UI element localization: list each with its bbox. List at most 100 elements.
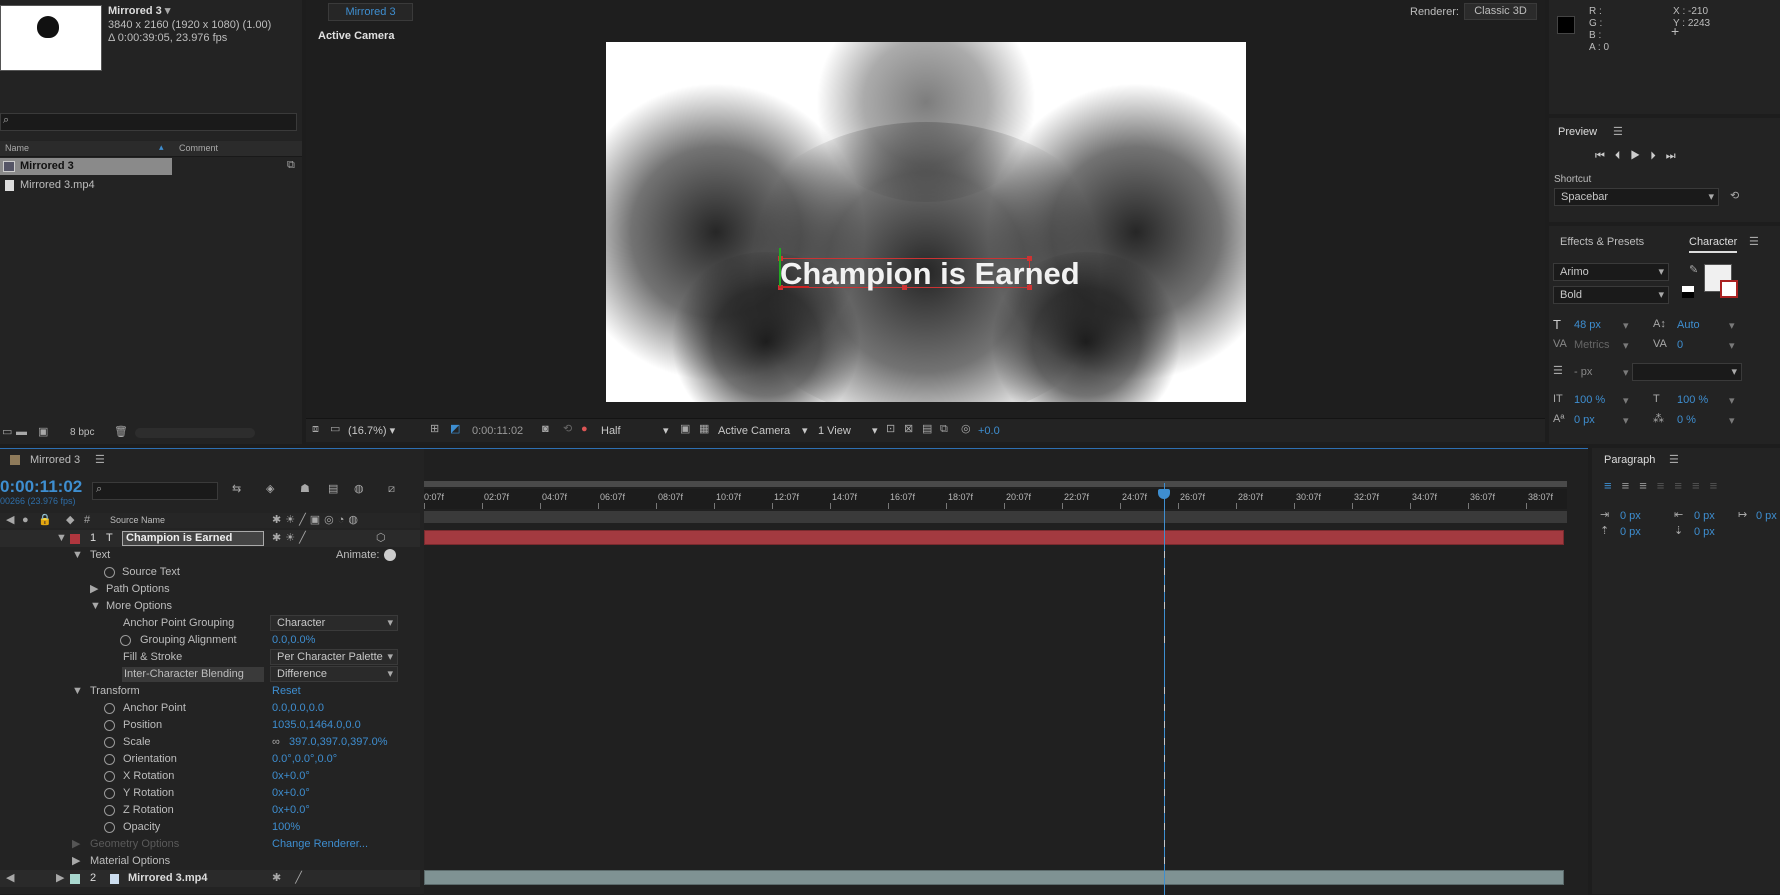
work-area-bar[interactable] — [424, 481, 1567, 487]
text-layer-overlay[interactable]: Champion is Earned — [780, 256, 1080, 292]
thumbnail-slider[interactable] — [135, 428, 255, 438]
prop-position[interactable]: Position 1035.0,1464.0,0.0 — [0, 717, 420, 734]
show-snapshot-icon[interactable]: ⟲ — [563, 424, 572, 435]
expand-triangle-icon[interactable]: ▶ — [56, 873, 64, 884]
prop-inter-character-blending[interactable]: Inter-Character Blending Difference — [0, 666, 420, 683]
prop-path-options[interactable]: ▶ Path Options — [0, 581, 420, 598]
scale-value[interactable]: 397.0,397.0,397.0% — [289, 734, 387, 751]
tab-effects-presets[interactable]: Effects & Presets — [1560, 236, 1644, 248]
reset-exposure-icon[interactable]: ◎ — [961, 424, 971, 435]
link-icon[interactable]: ∞ — [272, 737, 280, 748]
motion-blur-icon[interactable]: ◍ — [354, 484, 364, 495]
anchor-grouping-select[interactable]: Character — [270, 615, 398, 631]
chevron-down-icon[interactable]: ▾ — [1729, 339, 1735, 352]
video-toggle-icon[interactable]: ● — [22, 515, 29, 526]
chevron-down-icon[interactable]: ▾ — [1729, 414, 1735, 427]
z-rotation-value[interactable]: 0x+0.0° — [272, 802, 310, 819]
col-comment[interactable]: Comment — [179, 143, 218, 153]
lock-icon[interactable]: 🔒 — [38, 515, 52, 526]
layer-switches[interactable]: ✱╱ — [272, 873, 316, 884]
animate-menu-icon[interactable] — [384, 549, 396, 561]
prev-frame-icon[interactable]: ⏴ — [1615, 150, 1631, 162]
label-color[interactable] — [70, 874, 80, 884]
justify-all-icon[interactable]: ≡ — [1710, 478, 1728, 493]
expand-triangle-icon[interactable]: ▼ — [90, 601, 101, 612]
align-left-icon[interactable]: ≡ — [1604, 478, 1622, 493]
comp-mini-flowchart-icon[interactable]: ⇆ — [232, 484, 241, 495]
graph-editor-icon[interactable]: ⧄ — [388, 484, 395, 495]
chevron-down-icon[interactable]: ▾ — [1623, 366, 1629, 379]
prop-geometry-options[interactable]: ▶ Geometry Options Change Renderer... — [0, 836, 420, 853]
prop-source-text[interactable]: Source Text — [0, 564, 420, 581]
layer-bar-video[interactable] — [424, 870, 1564, 885]
chevron-down-icon[interactable]: ▾ — [1729, 319, 1735, 332]
stopwatch-icon[interactable] — [104, 805, 115, 816]
list-item[interactable]: Mirrored 3.mp4 — [0, 177, 302, 195]
renderer-select[interactable]: Classic 3D — [1464, 3, 1537, 20]
next-frame-icon[interactable]: ⏵ — [1650, 150, 1666, 162]
views-select[interactable]: 1 View ▾ — [818, 424, 878, 439]
space-before-value[interactable]: 0 px — [1620, 526, 1641, 538]
audio-icon[interactable]: ◀ — [6, 515, 14, 526]
exposure-value[interactable]: +0.0 — [978, 424, 1000, 439]
new-comp-icon[interactable]: ▣ — [38, 427, 48, 438]
layer-bar-text[interactable] — [424, 530, 1564, 545]
blending-select[interactable]: Difference — [270, 666, 398, 682]
indent-first-value[interactable]: 0 px — [1756, 510, 1777, 522]
transparency-grid-icon[interactable]: ▦ — [699, 424, 709, 435]
leading-value[interactable]: Auto — [1677, 319, 1700, 331]
mask-toggle-icon[interactable]: ◩ — [450, 424, 460, 435]
layer-name[interactable]: Champion is Earned — [122, 531, 264, 546]
expand-triangle-icon[interactable]: ▶ — [90, 584, 98, 595]
region-of-interest-icon[interactable]: ▣ — [680, 424, 690, 435]
horizontal-scale-value[interactable]: 100 % — [1677, 394, 1708, 406]
expand-triangle-icon[interactable]: ▼ — [72, 550, 83, 561]
stopwatch-icon[interactable] — [104, 788, 115, 799]
new-folder-icon[interactable]: ▬ — [16, 427, 27, 438]
prop-text[interactable]: ▼ Text Animate: — [0, 547, 420, 564]
panel-menu-icon[interactable]: ☰ — [1613, 127, 1623, 138]
font-style-select[interactable]: Bold — [1553, 286, 1669, 304]
chevron-down-icon[interactable]: ▾ — [1623, 394, 1629, 407]
monitor-icon[interactable]: ▭ — [330, 424, 340, 435]
indent-left-value[interactable]: 0 px — [1620, 510, 1641, 522]
list-item[interactable]: Mirrored 3 ⧉ — [0, 158, 302, 176]
tab-character[interactable]: Character — [1689, 236, 1738, 253]
work-area-range[interactable] — [424, 511, 1567, 523]
stopwatch-icon[interactable] — [104, 771, 115, 782]
kerning-value[interactable]: Metrics — [1574, 339, 1609, 351]
always-preview-icon[interactable]: ⧈ — [312, 424, 319, 435]
justify-right-icon[interactable]: ≡ — [1692, 478, 1710, 493]
camera-snapshot-icon[interactable]: ◙ — [542, 424, 549, 435]
layer-name[interactable]: Mirrored 3.mp4 — [128, 870, 207, 887]
panel-menu-icon[interactable]: ☰ — [1669, 455, 1679, 466]
stopwatch-icon[interactable] — [104, 720, 115, 731]
justify-left-icon[interactable]: ≡ — [1657, 478, 1675, 493]
comp-timecode[interactable]: 0:00:11:02 — [472, 424, 523, 439]
bpc-label[interactable]: 8 bpc — [70, 427, 94, 438]
switches-icons[interactable]: ✱☀╱▣◎◔◍ — [272, 515, 362, 526]
prop-more-options[interactable]: ▼ More Options — [0, 598, 420, 615]
shortcut-select[interactable]: Spacebar — [1554, 188, 1719, 206]
resolution-select[interactable]: Half ▾ — [601, 424, 671, 439]
prop-x-rotation[interactable]: X Rotation 0x+0.0° — [0, 768, 420, 785]
prop-transform[interactable]: ▼ Transform Reset — [0, 683, 420, 700]
composition-viewer[interactable]: Champion is Earned — [606, 42, 1246, 402]
chevron-down-icon[interactable]: ▾ — [1623, 339, 1629, 352]
opacity-value[interactable]: 100% — [272, 819, 300, 836]
prop-z-rotation[interactable]: Z Rotation 0x+0.0° — [0, 802, 420, 819]
stopwatch-icon[interactable] — [104, 754, 115, 765]
stopwatch-icon[interactable] — [104, 567, 115, 578]
hash-icon[interactable]: # — [84, 515, 90, 526]
current-timecode[interactable]: 0:00:11:02 — [0, 477, 82, 497]
prop-anchor-point[interactable]: Anchor Point 0.0,0.0,0.0 — [0, 700, 420, 717]
fast-previews-icon[interactable]: ⊠ — [904, 424, 913, 435]
toggle-pixel-icon[interactable]: ⊡ — [886, 424, 895, 435]
prop-fill-stroke[interactable]: Fill & Stroke Per Character Palette — [0, 649, 420, 666]
stroke-width-value[interactable]: - px — [1574, 366, 1592, 378]
anchor-value[interactable]: 0.0,0.0,0.0 — [272, 700, 324, 717]
play-icon[interactable]: ▶ — [1630, 150, 1650, 162]
y-rotation-value[interactable]: 0x+0.0° — [272, 785, 310, 802]
source-name-header[interactable]: Source Name — [110, 513, 165, 528]
chevron-down-icon[interactable]: ▾ — [1729, 394, 1735, 407]
